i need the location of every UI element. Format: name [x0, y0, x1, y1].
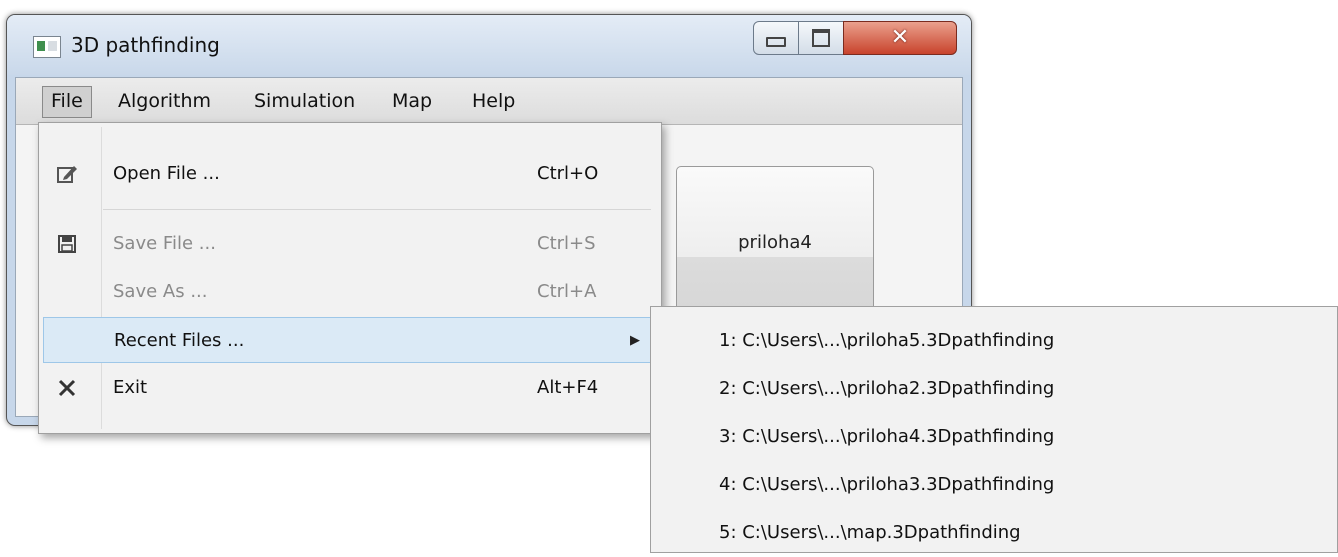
- menu-item-exit[interactable]: Exit Alt+F4: [43, 365, 655, 411]
- recent-file-label: 2: C:\Users\...\priloha2.3Dpathfinding: [719, 378, 1055, 399]
- maximize-icon: [812, 29, 830, 47]
- recent-file-label: 5: C:\Users\...\map.3Dpathfinding: [719, 522, 1021, 543]
- menu-item-label: Exit: [113, 377, 148, 398]
- close-button[interactable]: ✕: [843, 21, 957, 55]
- recent-file-label: 1: C:\Users\...\priloha5.3Dpathfinding: [719, 330, 1055, 351]
- menu-help[interactable]: Help: [464, 86, 523, 116]
- menu-item-save-as[interactable]: Save As ... Ctrl+A: [43, 269, 655, 315]
- menu-map[interactable]: Map: [384, 86, 440, 116]
- menu-algorithm[interactable]: Algorithm: [110, 86, 219, 116]
- menu-separator: [103, 209, 651, 210]
- menu-item-label: Open File ...: [113, 163, 220, 184]
- menu-file[interactable]: File: [42, 86, 92, 118]
- minimize-button[interactable]: [753, 21, 799, 55]
- menu-item-label: Save As ...: [113, 281, 208, 302]
- recent-file-item[interactable]: 4: C:\Users\...\priloha3.3Dpathfinding: [651, 461, 1338, 509]
- recent-file-item[interactable]: 3: C:\Users\...\priloha4.3Dpathfinding: [651, 413, 1338, 461]
- title-bar[interactable]: 3D pathfinding ✕: [7, 15, 971, 75]
- maximize-button[interactable]: [798, 21, 844, 55]
- menu-item-shortcut: Ctrl+S: [537, 233, 596, 254]
- close-icon: ✕: [890, 25, 910, 50]
- file-menu-dropdown: Open File ... Ctrl+O Save File ... Ctrl+…: [38, 122, 662, 434]
- menu-item-save-file[interactable]: Save File ... Ctrl+S: [43, 221, 655, 267]
- priloha4-button[interactable]: priloha4: [676, 166, 874, 318]
- minimize-icon: [766, 37, 786, 47]
- menu-item-shortcut: Ctrl+O: [537, 163, 599, 184]
- menu-item-open-file[interactable]: Open File ... Ctrl+O: [43, 151, 655, 197]
- menu-item-shortcut: Ctrl+A: [537, 281, 597, 302]
- close-icon: [53, 375, 81, 401]
- recent-file-item[interactable]: 1: C:\Users\...\priloha5.3Dpathfinding: [651, 317, 1338, 365]
- recent-file-label: 3: C:\Users\...\priloha4.3Dpathfinding: [719, 426, 1055, 447]
- recent-files-submenu: 1: C:\Users\...\priloha5.3Dpathfinding 2…: [650, 306, 1338, 553]
- edit-icon: [53, 161, 81, 187]
- menu-item-shortcut: Alt+F4: [537, 377, 599, 398]
- window-title: 3D pathfinding: [71, 33, 220, 57]
- recent-file-label: 4: C:\Users\...\priloha3.3Dpathfinding: [719, 474, 1055, 495]
- menu-simulation[interactable]: Simulation: [246, 86, 363, 116]
- menu-item-label: Save File ...: [113, 233, 216, 254]
- submenu-arrow-icon: ▶: [630, 333, 640, 348]
- save-icon: [53, 231, 81, 257]
- app-window-icon: [33, 36, 61, 58]
- recent-file-item[interactable]: 2: C:\Users\...\priloha2.3Dpathfinding: [651, 365, 1338, 413]
- priloha4-button-label: priloha4: [738, 231, 812, 253]
- recent-file-item[interactable]: 5: C:\Users\...\map.3Dpathfinding: [651, 509, 1338, 557]
- menu-bar: File Algorithm Simulation Map Help: [16, 78, 962, 125]
- menu-item-label: Recent Files ...: [114, 330, 245, 351]
- menu-item-recent-files[interactable]: Recent Files ... ▶: [43, 317, 655, 363]
